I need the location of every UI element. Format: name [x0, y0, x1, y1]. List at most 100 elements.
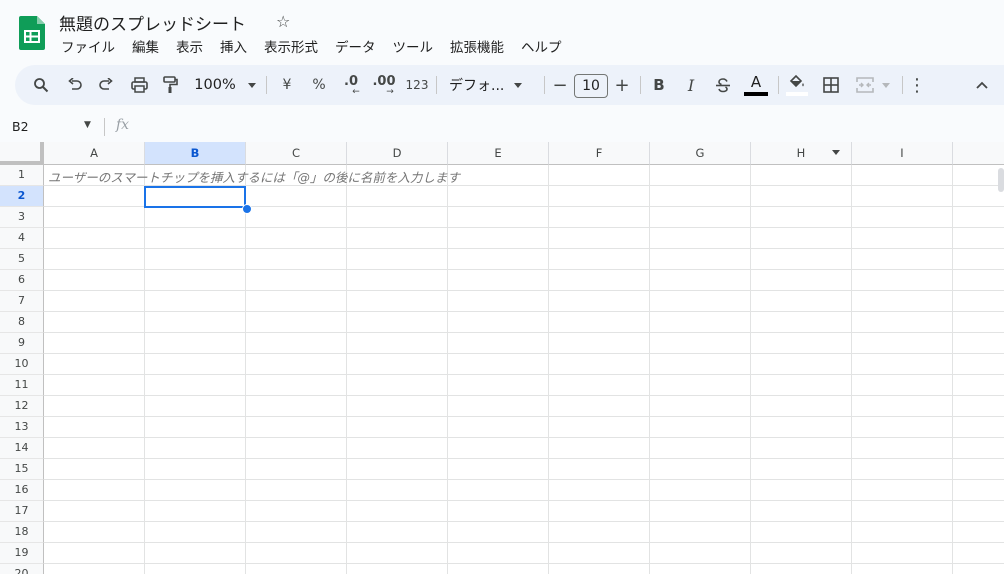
row-header-5[interactable]: 5: [0, 249, 44, 270]
search-menus-icon[interactable]: [29, 65, 53, 105]
row-header-10[interactable]: 10: [0, 354, 44, 375]
row-header-20[interactable]: 20: [0, 564, 44, 574]
smart-chip-hint: ユーザーのスマートチップを挿入するには「@」の後に名前を入力します: [48, 170, 460, 185]
spreadsheet-grid[interactable]: A B C D E F G H I 1 2 3 4 5 6 7 8 9 10 1…: [0, 142, 1004, 574]
arrow-right-icon: →: [386, 86, 394, 97]
borders-button[interactable]: [819, 65, 843, 105]
paint-format-icon[interactable]: [158, 65, 182, 105]
row-header-3[interactable]: 3: [0, 207, 44, 228]
menu-bar: ファイル 編集 表示 挿入 表示形式 データ ツール 拡張機能 ヘルプ: [52, 38, 570, 58]
grid-line: [44, 437, 1004, 438]
divider: [544, 76, 545, 94]
grid-line: [44, 332, 1004, 333]
zoom-value: 100%: [194, 77, 236, 93]
column-header-i[interactable]: I: [852, 142, 953, 165]
sheets-logo-icon[interactable]: [19, 16, 45, 50]
more-formats-button[interactable]: 123: [403, 65, 431, 105]
print-icon[interactable]: [127, 65, 151, 105]
font-name: デフォ...: [449, 78, 505, 94]
row-header-9[interactable]: 9: [0, 333, 44, 354]
column-header-b[interactable]: B: [145, 142, 246, 165]
row-header-16[interactable]: 16: [0, 480, 44, 501]
percent-format-button[interactable]: %: [307, 65, 331, 105]
strikethrough-button[interactable]: [711, 65, 735, 105]
column-header-e[interactable]: E: [448, 142, 549, 165]
menu-file[interactable]: ファイル: [52, 38, 123, 58]
column-header-j[interactable]: [953, 142, 1004, 165]
plus-icon: +: [614, 74, 630, 96]
row-header-18[interactable]: 18: [0, 522, 44, 543]
row-header-8[interactable]: 8: [0, 312, 44, 333]
chevron-down-icon: [514, 82, 523, 88]
currency-format-button[interactable]: ¥: [275, 65, 299, 105]
strikethrough-icon: [716, 78, 730, 93]
more-options-button[interactable]: ⋮: [905, 65, 929, 105]
row-header-7[interactable]: 7: [0, 291, 44, 312]
borders-icon: [823, 77, 839, 93]
grid-line: [44, 416, 1004, 417]
row-header-2[interactable]: 2: [0, 186, 44, 207]
column-menu-chevron-icon[interactable]: [832, 150, 840, 155]
font-select[interactable]: デフォ...: [449, 65, 531, 105]
menu-edit[interactable]: 編集: [123, 38, 167, 58]
collapse-menus-button[interactable]: [970, 65, 994, 105]
grid-line: [44, 542, 1004, 543]
star-icon[interactable]: ☆: [276, 12, 290, 31]
grid-line: [44, 227, 1004, 228]
increase-decimal-button[interactable]: .00 →: [369, 65, 399, 105]
name-box[interactable]: B2: [12, 119, 29, 134]
bold-button[interactable]: B: [647, 65, 671, 105]
toolbar: 100% ¥ % .0 ← .00 → 123 デフォ... − + B I A…: [15, 65, 1004, 105]
arrow-left-icon: ←: [352, 86, 360, 97]
text-color-button[interactable]: A: [743, 65, 769, 105]
column-header-c[interactable]: C: [246, 142, 347, 165]
column-header-a[interactable]: A: [44, 142, 145, 165]
row-header-1[interactable]: 1: [0, 165, 44, 186]
fill-handle[interactable]: [242, 204, 252, 214]
menu-tools[interactable]: ツール: [384, 38, 442, 58]
selected-cell-b2[interactable]: [144, 186, 246, 208]
column-header-f[interactable]: F: [549, 142, 650, 165]
menu-data[interactable]: データ: [326, 38, 384, 58]
row-header-12[interactable]: 12: [0, 396, 44, 417]
menu-extensions[interactable]: 拡張機能: [441, 38, 512, 58]
menu-insert[interactable]: 挿入: [211, 38, 255, 58]
fill-color-button[interactable]: [785, 65, 809, 105]
vertical-scrollbar[interactable]: [998, 168, 1004, 192]
increase-font-size-button[interactable]: +: [612, 65, 632, 105]
merge-cells-button[interactable]: [851, 65, 895, 105]
font-size-input[interactable]: 10: [574, 74, 608, 98]
row-header-6[interactable]: 6: [0, 270, 44, 291]
document-title[interactable]: 無題のスプレッドシート: [59, 10, 246, 35]
chevron-down-icon: [247, 82, 256, 88]
divider: [640, 76, 641, 94]
row-header-19[interactable]: 19: [0, 543, 44, 564]
decrease-decimal-button[interactable]: .0 ←: [337, 65, 365, 105]
menu-view[interactable]: 表示: [167, 38, 211, 58]
grid-line: [44, 479, 1004, 480]
zoom-select[interactable]: 100%: [191, 65, 259, 105]
row-header-14[interactable]: 14: [0, 438, 44, 459]
column-header-g[interactable]: G: [650, 142, 751, 165]
row-header-4[interactable]: 4: [0, 228, 44, 249]
menu-help[interactable]: ヘルプ: [512, 38, 570, 58]
menu-format[interactable]: 表示形式: [255, 38, 326, 58]
row-header-17[interactable]: 17: [0, 501, 44, 522]
chevron-down-icon[interactable]: ▼: [84, 120, 91, 130]
divider: [104, 118, 105, 136]
row-header-13[interactable]: 13: [0, 417, 44, 438]
column-header-d[interactable]: D: [347, 142, 448, 165]
row-header-11[interactable]: 11: [0, 375, 44, 396]
undo-icon[interactable]: [63, 65, 87, 105]
italic-button[interactable]: I: [679, 65, 703, 105]
text-color-icon: A: [750, 73, 762, 91]
grid-line: [44, 311, 1004, 312]
redo-icon[interactable]: [94, 65, 118, 105]
decrease-font-size-button[interactable]: −: [550, 65, 570, 105]
select-all-corner[interactable]: [0, 142, 44, 165]
row-header-15[interactable]: 15: [0, 459, 44, 480]
divider: [902, 76, 903, 94]
minus-icon: −: [552, 74, 568, 96]
percent-label: %: [312, 77, 326, 93]
divider: [266, 76, 267, 94]
